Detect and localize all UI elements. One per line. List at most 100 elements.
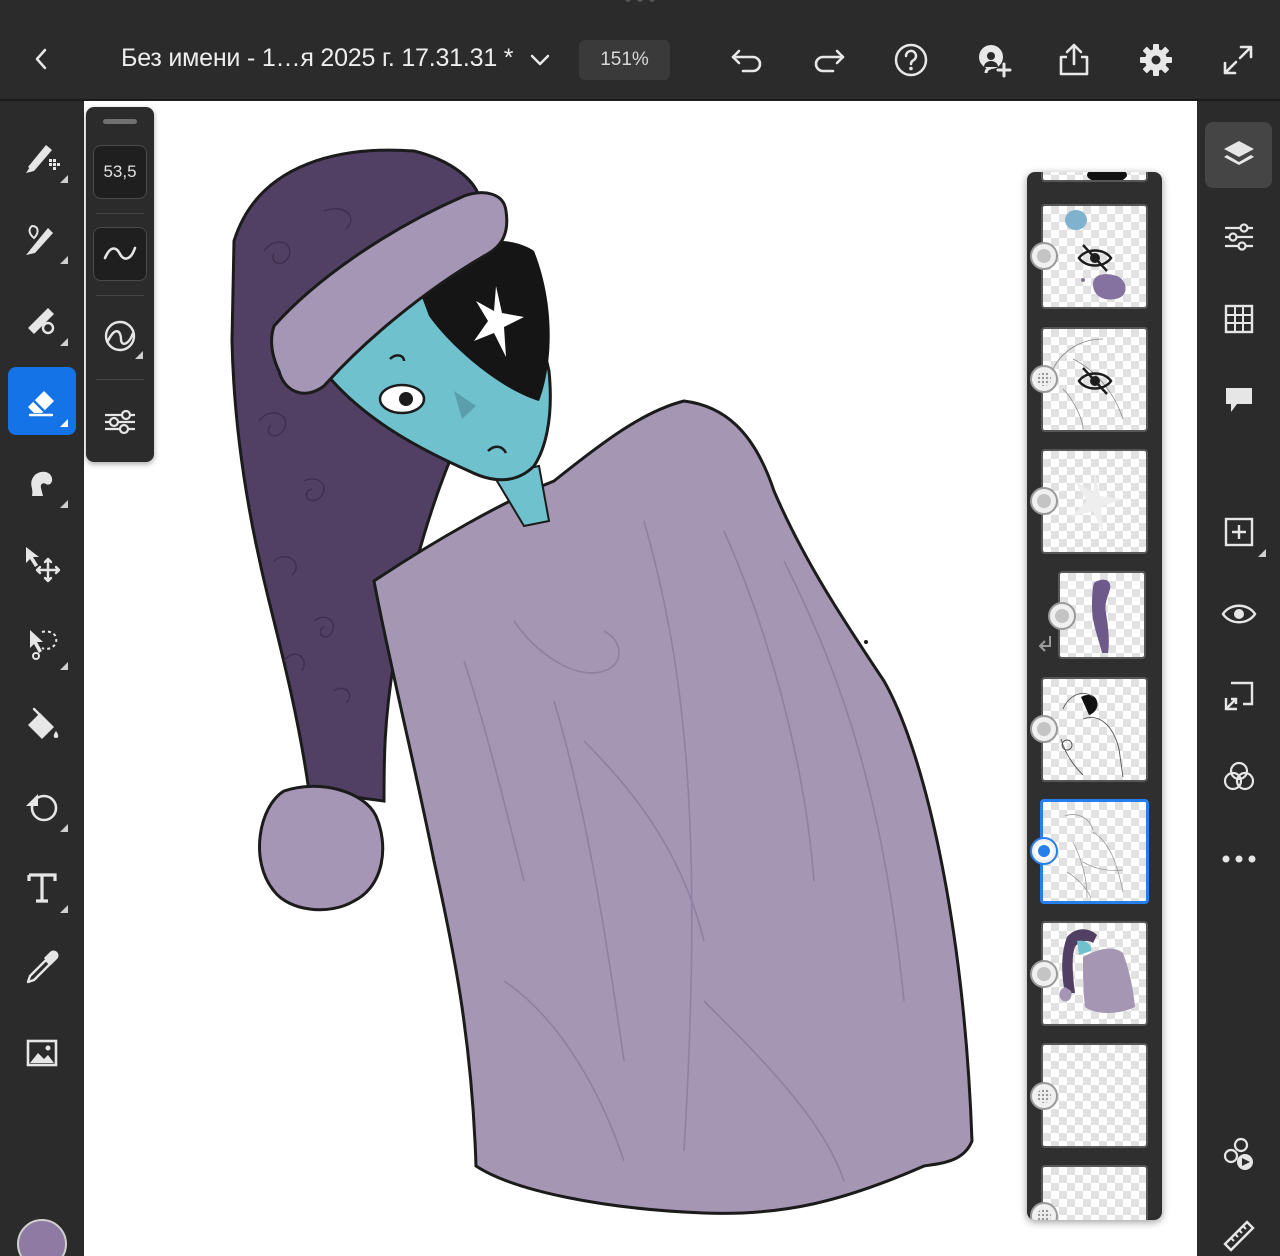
- layer-visibility-button[interactable]: [1205, 581, 1272, 647]
- smudge-icon: [31, 471, 53, 496]
- grid-icon: [1224, 304, 1253, 334]
- divider: [96, 379, 144, 380]
- divider: [96, 295, 144, 296]
- settings-button[interactable]: [1134, 38, 1178, 82]
- back-icon: [35, 48, 47, 70]
- share-button[interactable]: [1052, 38, 1096, 82]
- import-button[interactable]: [1205, 663, 1272, 729]
- eyedropper-icon: [26, 950, 59, 984]
- layer-preview: [1071, 473, 1123, 533]
- eraser-tool[interactable]: [8, 367, 76, 435]
- text-tool[interactable]: [8, 853, 76, 921]
- clipping-mask-icon: [1038, 636, 1051, 652]
- blend-mode-button[interactable]: [1205, 744, 1272, 810]
- paint-bucket-icon: [28, 707, 59, 739]
- place-image-tool[interactable]: [8, 1019, 76, 1087]
- divider: [96, 213, 144, 214]
- layer-preview: [1087, 172, 1127, 180]
- vector-brush-tool[interactable]: [8, 286, 76, 354]
- layer-select-dot[interactable]: [1048, 602, 1076, 630]
- more-options-button[interactable]: [1205, 826, 1272, 892]
- smudge-tool[interactable]: [8, 448, 76, 516]
- transform-tool[interactable]: [8, 529, 76, 597]
- ruler-icon: [1222, 1220, 1255, 1252]
- layer-select-dot[interactable]: [1030, 960, 1058, 988]
- settings-icon: [1140, 44, 1172, 76]
- live-brush-icon: [26, 224, 53, 255]
- ruler-button[interactable]: [1205, 1203, 1272, 1256]
- eraser-icon: [28, 391, 54, 417]
- layer-select-dot[interactable]: [1030, 365, 1058, 393]
- help-icon: [894, 43, 928, 77]
- shape-icon: [26, 794, 58, 822]
- selection-tool[interactable]: [8, 610, 76, 678]
- help-button[interactable]: [889, 38, 933, 82]
- image-icon: [26, 1039, 58, 1067]
- layer-preview: [1064, 814, 1124, 899]
- zoom-level[interactable]: 151%: [579, 40, 670, 80]
- timelapse-button[interactable]: [1205, 1121, 1272, 1187]
- brush-smoothing-button[interactable]: [93, 227, 147, 281]
- eyedropper-tool[interactable]: [8, 934, 76, 1002]
- pressure-icon: [104, 320, 136, 352]
- properties-sliders-icon: [1224, 223, 1253, 251]
- redo-button[interactable]: [807, 38, 851, 82]
- layer-preview: [1059, 929, 1135, 1013]
- hidden-eye-icon: [1077, 244, 1113, 272]
- current-color-swatch[interactable]: [17, 1219, 67, 1256]
- comment-icon: [1225, 388, 1252, 412]
- grid-button[interactable]: [1205, 286, 1272, 352]
- brush-settings-button[interactable]: [93, 395, 147, 449]
- layer-select-dot-selected[interactable]: [1030, 837, 1058, 865]
- layer-properties-button[interactable]: [1205, 204, 1272, 270]
- add-layer-icon: [1224, 517, 1253, 547]
- layers-button[interactable]: [1205, 122, 1272, 188]
- layers-icon: [1223, 141, 1254, 165]
- more-icon: [1222, 855, 1255, 863]
- fullscreen-button[interactable]: [1216, 38, 1260, 82]
- document-title[interactable]: Без имени - 1…я 2025 г. 17.31.31 *: [121, 44, 514, 73]
- back-button[interactable]: [22, 38, 62, 80]
- layer-select-dot[interactable]: [1030, 1082, 1058, 1110]
- invite-button[interactable]: [971, 38, 1015, 82]
- add-layer-button[interactable]: [1205, 499, 1272, 565]
- share-icon: [1059, 43, 1089, 76]
- right-toolbar: [1197, 101, 1280, 1256]
- transform-icon: [26, 547, 61, 583]
- invite-icon: [979, 45, 1012, 78]
- undo-icon: [731, 49, 762, 73]
- submenu-indicator: [135, 351, 143, 359]
- blend-icon: [1223, 761, 1254, 791]
- import-icon: [1224, 681, 1253, 711]
- layer-select-dot[interactable]: [1030, 242, 1058, 270]
- fill-tool[interactable]: [8, 691, 76, 759]
- brush-pressure-button[interactable]: [93, 309, 147, 363]
- sliders-icon: [105, 409, 135, 435]
- shape-tool[interactable]: [8, 772, 76, 840]
- comments-button[interactable]: [1205, 367, 1272, 433]
- top-bar: Без имени - 1…я 2025 г. 17.31.31 * 151%: [0, 0, 1280, 100]
- redo-icon: [814, 49, 845, 73]
- document-menu-button[interactable]: [524, 42, 556, 78]
- timelapse-icon: [1223, 1137, 1253, 1170]
- layer-select-dot[interactable]: [1030, 487, 1058, 515]
- brush-size-input[interactable]: 53,5: [93, 145, 147, 199]
- multitask-handle[interactable]: [620, 0, 660, 4]
- pixel-brush-icon: [26, 145, 60, 173]
- panel-grip[interactable]: [103, 119, 137, 124]
- layer-select-dot[interactable]: [1030, 715, 1058, 743]
- hidden-eye-icon: [1077, 367, 1113, 395]
- fullscreen-icon: [1223, 45, 1253, 75]
- left-toolbar: [0, 101, 84, 1256]
- undo-button[interactable]: [725, 38, 769, 82]
- live-brush-tool[interactable]: [8, 204, 76, 272]
- eye-icon: [1221, 604, 1256, 624]
- layer-preview: [1060, 693, 1124, 778]
- layer-thumbnail[interactable]: [1041, 172, 1148, 182]
- layers-panel: [1027, 172, 1162, 1220]
- lasso-select-icon: [30, 630, 58, 660]
- pixel-brush-tool[interactable]: [8, 123, 76, 191]
- smoothing-icon: [103, 246, 137, 260]
- text-icon: [27, 873, 57, 903]
- brush-settings-panel: 53,5: [86, 107, 154, 462]
